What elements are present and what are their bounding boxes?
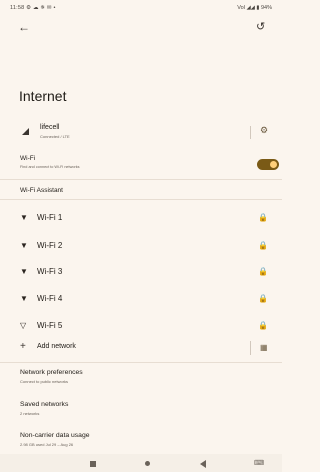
keyboard-icon[interactable]: ⌨: [254, 459, 264, 467]
top-app-bar: ← ↺: [0, 15, 282, 39]
divider: [0, 199, 282, 200]
wifi-toggle-row[interactable]: Wi-Fi Find and connect to Wi-Fi networks: [0, 152, 282, 176]
add-network-row[interactable]: + Add network ▦: [0, 337, 282, 359]
pref-title: Network preferences: [20, 369, 83, 376]
toggle-knob: [270, 161, 277, 168]
network-name: Wi-Fi 2: [37, 241, 63, 250]
lock-icon: 🔒: [258, 321, 268, 330]
carrier-row[interactable]: lifecell Connected / LTE ⚙: [0, 117, 282, 147]
list-item[interactable]: ▽ Wi-Fi 5 🔒: [0, 312, 282, 340]
status-right: Vol ◢◢ ▮ 94%: [237, 5, 272, 11]
wifi-icon: ▼: [20, 213, 28, 222]
wifi-label: Wi-Fi: [20, 155, 36, 162]
system-nav-bar: ⌨: [0, 454, 282, 472]
network-name: Wi-Fi 4: [37, 294, 63, 303]
network-name: Wi-Fi 3: [37, 267, 63, 276]
list-item[interactable]: ▼ Wi-Fi 1 🔒: [0, 204, 282, 232]
page-title: Internet: [19, 88, 67, 104]
list-item[interactable]: ▼ Wi-Fi 2 🔒: [0, 232, 282, 260]
lock-icon: 🔒: [258, 241, 268, 250]
qr-icon[interactable]: ▦: [260, 343, 269, 352]
status-bar: 11:58 ⚙ ☁ ✵ ✉ • Vol ◢◢ ▮ 94%: [0, 0, 282, 14]
cell-signal-icon: [22, 128, 29, 135]
lock-icon: 🔒: [258, 213, 268, 222]
divider: [0, 179, 282, 180]
carrier-name: lifecell: [40, 124, 60, 131]
lock-icon: 🔒: [258, 267, 268, 276]
list-item[interactable]: ▼ Wi-Fi 3 🔒: [0, 258, 282, 286]
pref-title: Saved networks: [20, 401, 69, 408]
list-item[interactable]: ▼ Wi-Fi 4 🔒: [0, 285, 282, 313]
wifi-description: Find and connect to Wi-Fi networks: [20, 165, 80, 169]
wifi-assistant[interactable]: Wi-Fi Assistant: [20, 187, 63, 194]
wifi-icon: ▼: [20, 241, 28, 250]
wifi-toggle[interactable]: [257, 159, 279, 170]
divider: [250, 126, 251, 139]
network-name: Wi-Fi 1: [37, 213, 63, 222]
nav-back-icon[interactable]: [200, 460, 206, 468]
network-name: Wi-Fi 5: [37, 321, 63, 330]
help-icon[interactable]: ↺: [256, 20, 270, 34]
pref-sub: 2.98 GB used Jul 29 – Aug 26: [20, 442, 74, 447]
home-icon[interactable]: [145, 461, 150, 466]
lock-icon: 🔒: [258, 294, 268, 303]
carrier-status: Connected / LTE: [40, 134, 70, 139]
recents-icon[interactable]: [90, 461, 96, 467]
divider: [250, 341, 251, 355]
pref-sub: 2 networks: [20, 411, 40, 416]
wifi-icon: ▼: [20, 267, 28, 276]
plus-icon: +: [20, 341, 26, 352]
divider: [0, 362, 282, 363]
status-left: 11:58 ⚙ ☁ ✵ ✉ •: [10, 5, 56, 11]
wifi-icon: ▽: [20, 321, 27, 330]
back-arrow-icon[interactable]: ←: [18, 20, 32, 34]
pref-title: Non-carrier data usage: [20, 432, 90, 439]
gear-icon[interactable]: ⚙: [260, 125, 270, 135]
add-network-label: Add network: [37, 343, 76, 350]
pref-sub: Connect to public networks: [20, 379, 69, 384]
wifi-icon: ▼: [20, 294, 28, 303]
